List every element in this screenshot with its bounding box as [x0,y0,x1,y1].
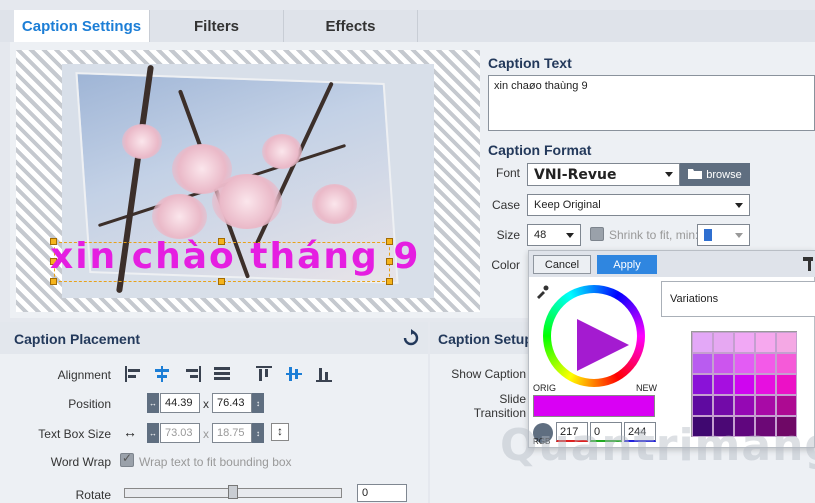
shrink-min-select[interactable] [697,224,750,246]
text-cursor [704,229,712,241]
word-wrap-label: Word Wrap [50,455,111,469]
apply-button[interactable]: Apply [597,255,657,274]
caption-text-input[interactable]: xin chaøo thaùng 9 [488,75,815,131]
width-arrows-icon: ↔ [123,424,137,440]
variations-select[interactable]: Variations [661,281,815,317]
resize-handle[interactable] [386,278,393,285]
preview-caption[interactable]: xin chào tháng 9 [50,236,420,277]
font-label: Font [495,166,520,180]
cancel-button[interactable]: Cancel [533,255,591,274]
folder-icon [688,168,703,182]
tab-caption-settings[interactable]: Caption Settings [14,10,150,42]
size-select[interactable]: 48 [527,224,581,246]
new-color-swatch [533,395,655,417]
shrink-to-fit-label: Shrink to fit, min: [609,228,699,242]
watermark: Quantrimang [500,420,815,471]
font-select[interactable]: VNI-Revue [527,163,680,186]
tab-effects[interactable]: Effects [284,10,418,42]
position-label: Position [68,397,111,411]
textbox-h-input[interactable]: 18.75 [212,423,252,443]
tab-bar: Caption Settings Filters Effects [14,10,418,42]
align-left-icon[interactable] [124,365,142,386]
color-picker-popup: Cancel Apply ORIG NEW RGB 217 0 244 Vari… [528,250,815,448]
position-x-separator: x [203,397,209,411]
align-middle-icon[interactable] [285,365,303,386]
align-center-icon[interactable] [153,365,171,386]
eyedropper-icon[interactable] [535,285,549,302]
align-top-icon[interactable] [255,365,273,386]
chevron-down-icon [735,233,743,238]
browse-label: browse [706,168,742,181]
slide-transition-label: Slide Transition [473,392,526,420]
align-bottom-icon[interactable] [315,365,333,386]
rotate-slider-thumb[interactable] [228,485,238,499]
case-select[interactable]: Keep Original [527,194,750,216]
word-wrap-checkbox[interactable] [120,451,134,467]
position-y-stepper[interactable]: ↕ [252,393,264,413]
textbox-size-label: Text Box Size [38,427,111,441]
case-value: Keep Original [534,199,601,211]
textbox-x-separator: x [203,427,209,441]
color-label: Color [491,258,520,272]
orig-label: ORIG [533,383,557,393]
shrink-to-fit-checkbox[interactable] [590,227,604,241]
browse-button[interactable]: browse [680,163,750,186]
textbox-w-input[interactable]: 73.03 [160,423,200,443]
saturation-triangle[interactable] [577,319,629,371]
alignment-label: Alignment [57,368,111,382]
caption-setup-title: Caption Setup [438,331,533,347]
position-x-stepper[interactable]: ↔ [147,393,159,413]
variations-value: Variations [670,293,719,305]
caption-format-title: Caption Format [488,142,592,158]
chevron-down-icon [735,203,743,208]
hammer-icon[interactable] [801,255,815,274]
chevron-down-icon [566,233,574,238]
position-y-input[interactable]: 76.43 [212,393,252,413]
rotate-label: Rotate [75,488,111,502]
size-label: Size [496,228,520,242]
caption-placement-title: Caption Placement [14,331,141,347]
case-label: Case [491,198,520,212]
resize-handle[interactable] [218,278,225,285]
font-value: VNI-Revue [534,166,617,183]
tab-filters[interactable]: Filters [150,10,284,42]
chevron-down-icon [665,172,673,177]
position-x-input[interactable]: 44.39 [160,393,200,413]
new-label: NEW [636,383,657,393]
resize-handle[interactable] [50,278,57,285]
align-right-icon[interactable] [184,365,202,386]
reset-icon[interactable] [402,329,420,350]
color-wheel[interactable] [543,285,645,387]
height-arrows-icon[interactable]: ↕ [271,423,289,441]
align-justify-icon[interactable] [213,365,231,386]
size-value: 48 [534,229,547,241]
rotate-input[interactable]: 0 [357,484,407,502]
caption-text-title: Caption Text [488,55,572,71]
textbox-w-stepper[interactable]: ↔ [147,423,159,443]
textbox-h-stepper[interactable]: ↕ [252,423,264,443]
show-caption-label: Show Caption [451,367,526,381]
word-wrap-text: Wrap text to fit bounding box [139,455,292,469]
